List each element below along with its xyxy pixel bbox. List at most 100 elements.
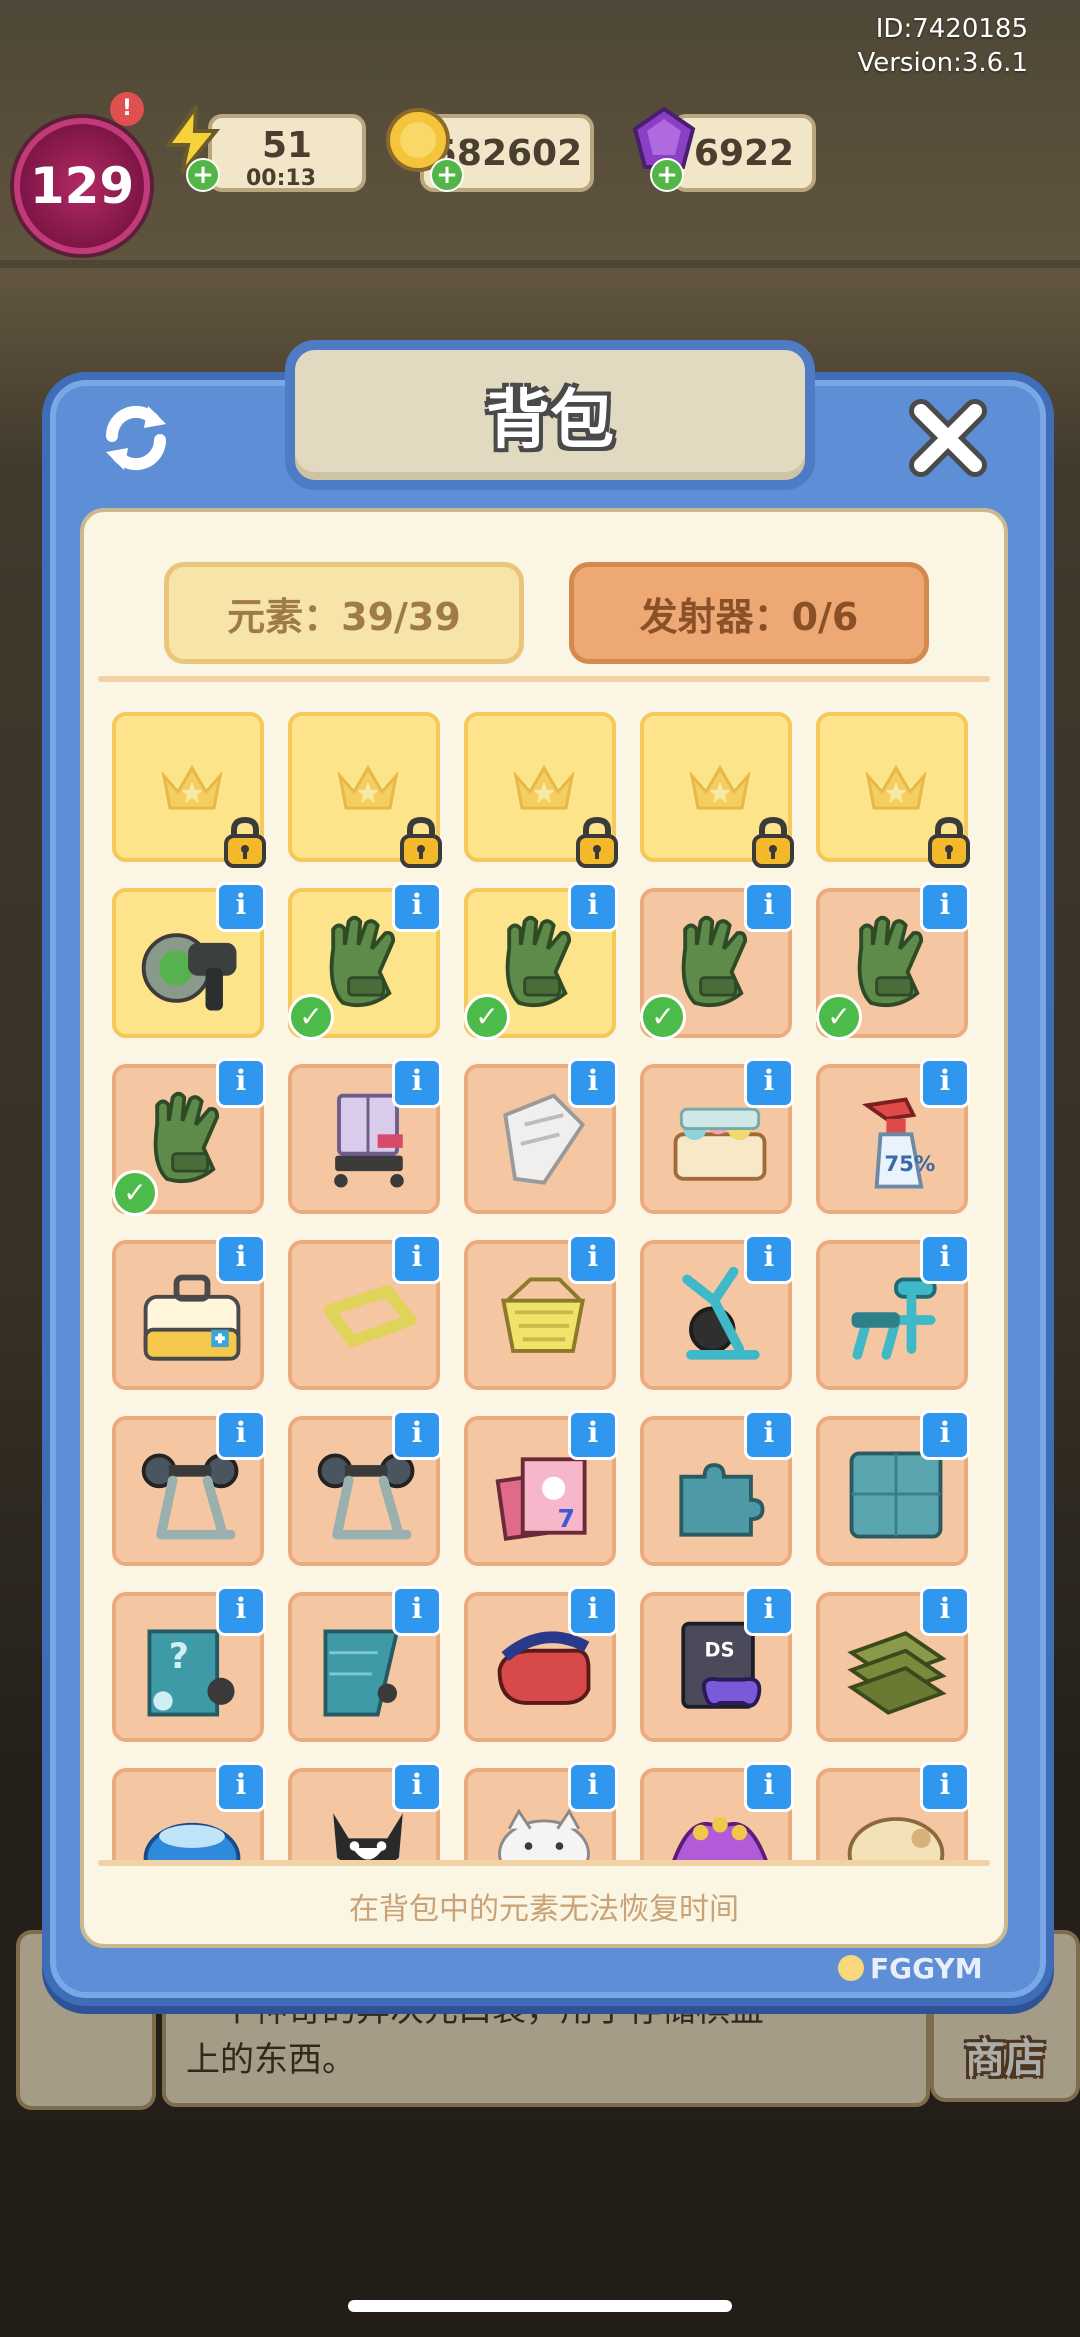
- info-button[interactable]: i: [744, 1058, 794, 1108]
- item-slot-white-cat[interactable]: i: [464, 1762, 618, 1860]
- item-slot-glove[interactable]: i ✓: [816, 882, 970, 1040]
- check-icon: ✓: [112, 1170, 158, 1216]
- backpack-content: 元素：39/39 发射器：0/6 i i ✓ i ✓ i ✓ i ✓ i ✓ i i i 75% i i i i i i…: [80, 508, 1008, 1948]
- add-gems-icon[interactable]: +: [650, 158, 684, 192]
- item-slot-tray[interactable]: i: [288, 1234, 442, 1390]
- info-button[interactable]: i: [920, 1058, 970, 1108]
- item-slot-polisher[interactable]: i: [112, 882, 266, 1038]
- item-slot-black-cat[interactable]: i: [288, 1762, 442, 1860]
- info-button[interactable]: i: [216, 1762, 266, 1812]
- info-button[interactable]: i: [392, 882, 442, 932]
- svg-text:7: 7: [558, 1504, 575, 1533]
- item-slot-glove[interactable]: i ✓: [112, 1058, 266, 1216]
- check-icon: ✓: [816, 994, 862, 1040]
- info-button[interactable]: i: [216, 1410, 266, 1460]
- info-button[interactable]: i: [920, 1586, 970, 1636]
- info-button[interactable]: i: [568, 1234, 618, 1284]
- info-button[interactable]: i: [920, 1234, 970, 1284]
- svg-text:?: ?: [169, 1637, 189, 1677]
- item-slot-dumbbell-rack[interactable]: i: [288, 1410, 442, 1566]
- locked-slot[interactable]: [464, 712, 618, 868]
- add-coins-icon[interactable]: +: [430, 158, 464, 192]
- locked-slot[interactable]: [816, 712, 970, 868]
- close-icon: [909, 399, 987, 477]
- lock-icon: [400, 816, 442, 868]
- svg-text:75%: 75%: [884, 1152, 935, 1177]
- info-button[interactable]: i: [744, 1410, 794, 1460]
- lock-icon: [928, 816, 970, 868]
- item-slot-box-cart[interactable]: i: [288, 1058, 442, 1214]
- item-slot-glove[interactable]: i ✓: [640, 882, 794, 1040]
- info-button[interactable]: i: [920, 882, 970, 932]
- close-button[interactable]: [900, 390, 996, 486]
- info-button[interactable]: i: [216, 1586, 266, 1636]
- item-slot-potato[interactable]: i: [816, 1762, 970, 1860]
- level-number: 129: [29, 157, 135, 215]
- crown-icon: [161, 765, 223, 810]
- info-button[interactable]: i: [568, 1058, 618, 1108]
- info-button[interactable]: i: [392, 1762, 442, 1812]
- item-slot-puzzle-large[interactable]: i: [816, 1410, 970, 1566]
- item-slot-basket[interactable]: i: [464, 1234, 618, 1390]
- backpack-hint: 在背包中的元素无法恢复时间: [349, 1892, 739, 1927]
- info-button[interactable]: i: [568, 882, 618, 932]
- info-button[interactable]: i: [920, 1410, 970, 1460]
- item-slot-puzzle-small[interactable]: i: [640, 1410, 794, 1566]
- info-button[interactable]: i: [216, 1058, 266, 1108]
- locked-slot[interactable]: [288, 712, 442, 868]
- item-slot-vr-headset[interactable]: i: [464, 1586, 618, 1742]
- info-button[interactable]: i: [392, 1058, 442, 1108]
- divider: [98, 1860, 990, 1866]
- check-icon: ✓: [464, 994, 510, 1040]
- tab-elements[interactable]: 元素：39/39: [164, 562, 524, 664]
- item-slot-paper-stack[interactable]: i: [464, 1058, 618, 1214]
- item-slot-glove[interactable]: i ✓: [288, 882, 442, 1040]
- tab-emitters[interactable]: 发射器：0/6: [569, 562, 929, 664]
- item-slot-exercise-bike[interactable]: i: [640, 1234, 794, 1390]
- info-button[interactable]: i: [568, 1762, 618, 1812]
- item-slot-dumbbell-rack[interactable]: i: [112, 1410, 266, 1566]
- info-button[interactable]: i: [568, 1586, 618, 1636]
- player-id: ID:7420185: [875, 14, 1028, 44]
- item-slot-puzzle-box[interactable]: ? i: [112, 1586, 266, 1742]
- item-slot-weight-bench[interactable]: i: [816, 1234, 970, 1390]
- tab-elements-label: 元素：39/39: [227, 594, 461, 639]
- info-button[interactable]: i: [392, 1586, 442, 1636]
- info-button[interactable]: i: [568, 1410, 618, 1460]
- refresh-button[interactable]: [88, 390, 184, 486]
- check-icon: ✓: [288, 994, 334, 1040]
- item-slot-glove[interactable]: i ✓: [464, 882, 618, 1040]
- info-button[interactable]: i: [216, 1234, 266, 1284]
- info-button[interactable]: i: [744, 882, 794, 932]
- tab-emitters-label: 发射器：0/6: [639, 594, 859, 639]
- add-energy-icon[interactable]: +: [186, 158, 220, 192]
- item-slot-purple-fan[interactable]: i: [640, 1762, 794, 1860]
- item-slot-spray-bottle[interactable]: 75% i: [816, 1058, 970, 1214]
- item-slot-game-console[interactable]: DS i: [640, 1586, 794, 1742]
- item-slot-first-aid-kit[interactable]: i: [112, 1234, 266, 1390]
- locked-slot[interactable]: [640, 712, 794, 868]
- lock-icon: [752, 816, 794, 868]
- gem-value: 6922: [693, 132, 795, 174]
- locked-slot[interactable]: [112, 712, 266, 868]
- info-button[interactable]: i: [392, 1410, 442, 1460]
- crown-icon: [337, 765, 399, 810]
- crown-icon: [513, 765, 575, 810]
- info-button[interactable]: i: [744, 1234, 794, 1284]
- info-button[interactable]: i: [392, 1234, 442, 1284]
- lock-icon: [224, 816, 266, 868]
- home-indicator[interactable]: [348, 2300, 732, 2312]
- player-level[interactable]: 129: [14, 118, 150, 254]
- info-button[interactable]: i: [744, 1762, 794, 1812]
- version-text: Version:3.6.1: [857, 48, 1028, 78]
- item-slot-basket-toys[interactable]: i: [640, 1058, 794, 1214]
- energy-value: 51: [261, 124, 313, 166]
- item-slot-sandbags[interactable]: i: [816, 1586, 970, 1742]
- info-button[interactable]: i: [920, 1762, 970, 1812]
- info-button[interactable]: i: [744, 1586, 794, 1636]
- info-button[interactable]: i: [216, 882, 266, 932]
- item-slot-blue-pot[interactable]: i: [112, 1762, 266, 1860]
- item-slot-puzzle-box-2[interactable]: i: [288, 1586, 442, 1742]
- svg-text:DS: DS: [705, 1639, 735, 1662]
- item-slot-magazines[interactable]: 7i: [464, 1410, 618, 1566]
